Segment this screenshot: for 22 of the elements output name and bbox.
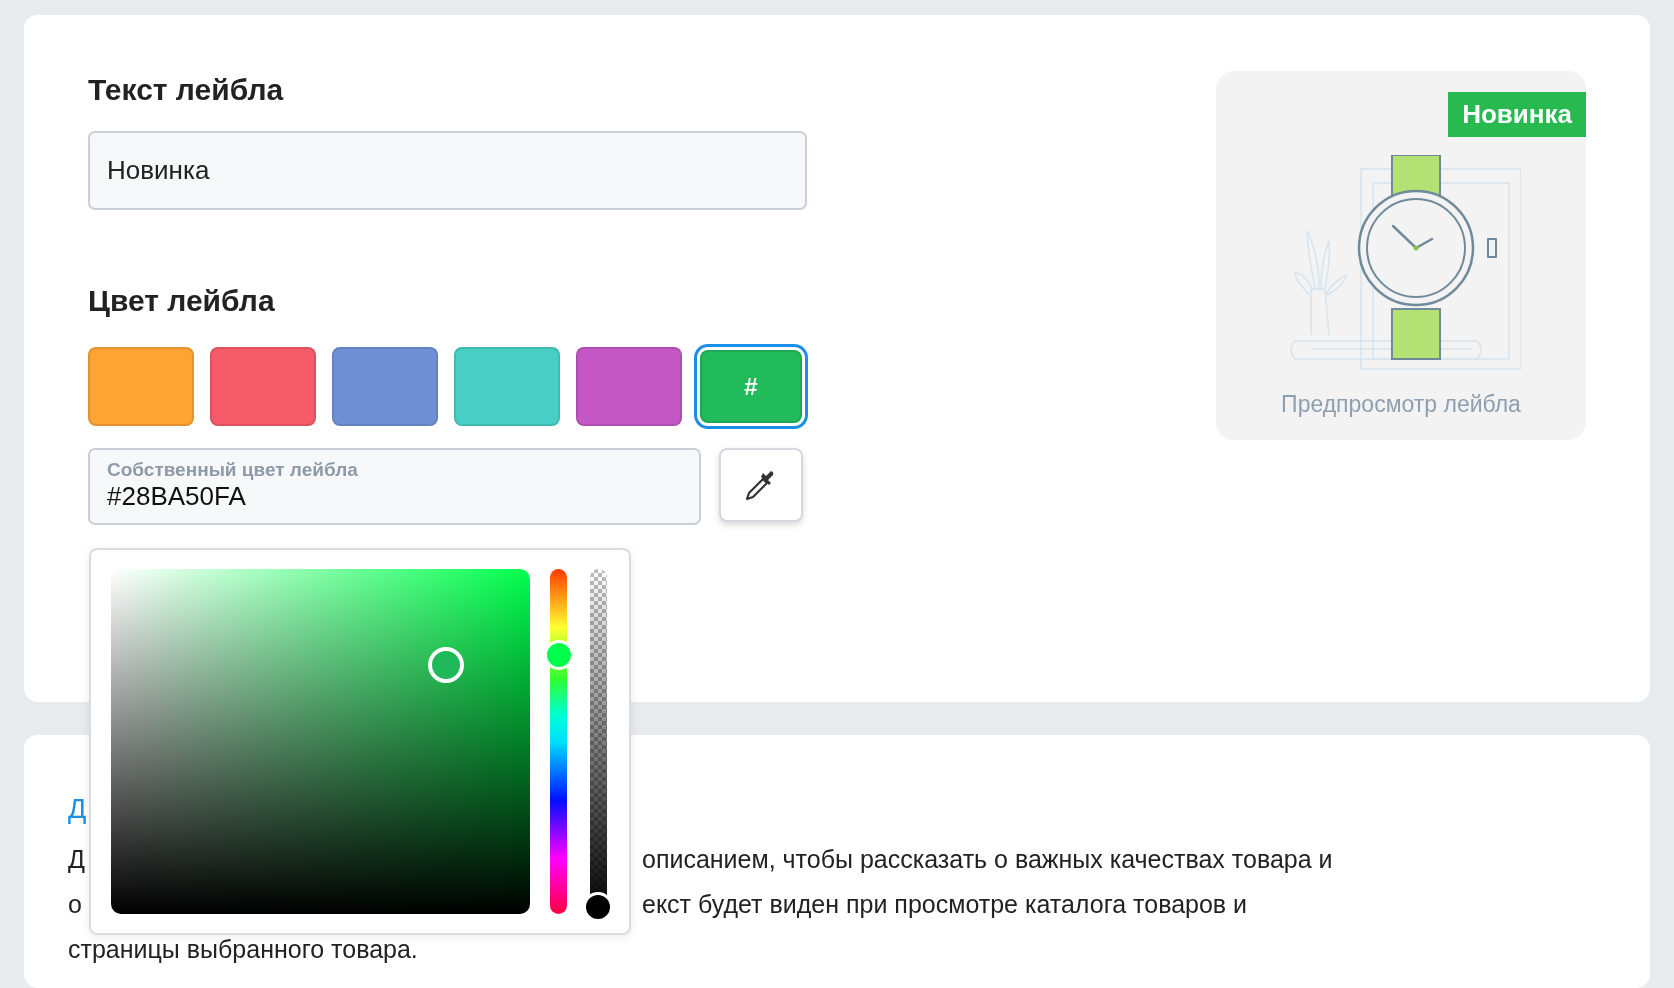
eyedropper-button[interactable] bbox=[719, 448, 803, 522]
saturation-area[interactable] bbox=[111, 569, 530, 914]
color-swatch[interactable] bbox=[210, 347, 316, 426]
picker-handle[interactable] bbox=[428, 647, 464, 683]
preview-caption: Предпросмотр лейбла bbox=[1281, 390, 1521, 419]
color-swatch[interactable] bbox=[454, 347, 560, 426]
section-title: Д bbox=[68, 793, 88, 826]
field-label: Собственный цвет лейбла bbox=[107, 459, 359, 481]
description-text: Д bbox=[68, 844, 85, 875]
color-swatch[interactable] bbox=[576, 347, 682, 426]
description-text: о bbox=[68, 889, 82, 920]
description-text: екст будет виден при просмотре каталога товаров и bbox=[642, 889, 1248, 920]
description-text: страницы выбранного товара. bbox=[68, 934, 418, 965]
section-heading: Текст лейбла bbox=[88, 73, 285, 107]
color-value-input[interactable]: #28BA50FA bbox=[107, 481, 682, 511]
section-heading: Цвет лейбла bbox=[88, 284, 276, 318]
custom-color-field[interactable]: Собственный цвет лейбла #28BA50FA bbox=[88, 448, 701, 525]
description-text: описанием, чтобы рассказать о важных качествах товара и bbox=[642, 844, 1333, 875]
color-swatch[interactable] bbox=[332, 347, 438, 426]
label-badge: Новинка bbox=[1448, 92, 1586, 137]
color-swatch[interactable] bbox=[88, 347, 194, 426]
label-text-field[interactable]: Новинка bbox=[88, 131, 807, 210]
